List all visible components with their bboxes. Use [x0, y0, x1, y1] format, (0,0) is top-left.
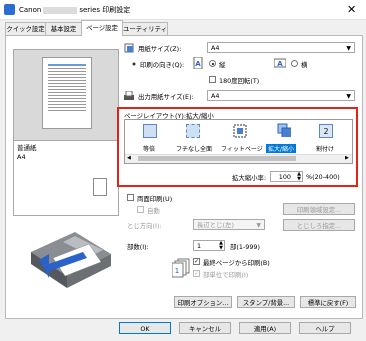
stamp-background-button[interactable]: スタンプ/背景...	[237, 296, 295, 308]
orientation-label: 印刷の向き(Q):	[140, 61, 185, 69]
copies-range: 部(1-999)	[230, 243, 260, 251]
svg-text:1: 1	[175, 267, 179, 275]
tab-maintenance[interactable]: ユーティリティ	[122, 22, 168, 35]
copies-value: 1	[197, 242, 202, 250]
scroll-right-icon[interactable]: ▶	[345, 155, 349, 161]
binding-margin-button[interactable]: とじしろ指定...	[283, 219, 355, 231]
duplex-checkbox[interactable]	[127, 194, 134, 201]
portrait-radio[interactable]	[209, 60, 216, 67]
paper-size-label: 用紙サイズ(Z):	[138, 45, 182, 53]
small-page-icon	[93, 178, 107, 196]
preview-paper	[42, 57, 92, 129]
media-type: 普通紙	[17, 144, 37, 152]
scale-value: 100	[278, 173, 291, 181]
layout-item-fit-to-page[interactable]: フィットページ	[221, 144, 263, 153]
svg-text:A: A	[277, 60, 283, 68]
help-button[interactable]: ヘルプ	[299, 322, 351, 334]
auto-duplex-label: 自動	[147, 207, 160, 215]
printer-icon	[31, 232, 111, 288]
scale-label: 拡大縮小率:	[232, 174, 267, 182]
paper-size-value: A4	[211, 44, 220, 52]
layout-item-normal[interactable]: 等倍	[143, 144, 155, 153]
collate-checkbox[interactable]: ✓	[193, 270, 200, 277]
chevron-down-icon: ▼	[346, 93, 351, 100]
chevron-down-icon: ▼	[256, 222, 261, 229]
portrait-label: 縦	[219, 61, 226, 69]
restore-defaults-button[interactable]: 標準に戻す(F)	[300, 296, 356, 308]
chevron-down-icon: ▼	[346, 45, 351, 52]
spin-arrows-icon[interactable]: ▲ ▼	[219, 241, 223, 251]
collate-label: 部単位で印刷(I)	[203, 271, 249, 279]
copies-stack-icon: 1	[172, 258, 190, 278]
printer-illustration	[13, 214, 117, 294]
scroll-left-icon[interactable]: ◀	[127, 155, 131, 161]
print-options-button[interactable]: 印刷オプション...	[174, 296, 232, 308]
layout-item-scaled[interactable]: 拡大/縮小	[266, 144, 297, 153]
output-size-value: A4	[211, 92, 220, 100]
auto-duplex-checkbox[interactable]	[137, 206, 144, 213]
copies-stepper[interactable]: 1 ▲ ▼	[193, 240, 225, 251]
svg-text:2: 2	[323, 127, 328, 136]
tab-main[interactable]: 基本設定	[45, 22, 82, 35]
cancel-button[interactable]: キャンセル	[179, 322, 231, 334]
ok-button[interactable]: OK	[119, 322, 171, 334]
layout-scrollbar-thumb[interactable]	[138, 156, 296, 161]
binding-label: とじ方向(I):	[127, 222, 162, 230]
close-icon[interactable]: ✕	[347, 3, 356, 16]
rotate-180-checkbox[interactable]	[209, 76, 216, 83]
tab-page-setup[interactable]: ページ設定	[81, 20, 123, 36]
reverse-order-checkbox[interactable]: ✓	[193, 258, 200, 265]
portrait-a-icon: A	[193, 57, 203, 69]
title-suffix: series 印刷設定	[79, 6, 131, 14]
media-info: 普通紙 A4	[17, 144, 37, 162]
svg-text:A: A	[195, 60, 201, 68]
output-size-select[interactable]: A4 ▼	[207, 90, 355, 101]
borderless-icon[interactable]	[186, 124, 200, 138]
output-size-label: 出力用紙サイズ(E):	[138, 93, 194, 101]
binding-select[interactable]: 長辺とじ(左) ▼	[193, 219, 265, 230]
output-size-icon	[124, 91, 134, 100]
scaled-icon[interactable]	[277, 123, 291, 137]
rotate-180-label: 180度回転(T)	[219, 77, 260, 85]
landscape-a-icon: A	[274, 58, 286, 68]
binding-value: 長辺とじ(左)	[197, 221, 234, 229]
preview-content-lines	[48, 64, 86, 111]
landscape-label: 横	[301, 61, 308, 69]
layout-item-nup[interactable]: 割付け	[316, 144, 334, 153]
printer-app-icon	[4, 4, 15, 15]
scale-stepper[interactable]: 100 ▲ ▼	[270, 171, 303, 182]
media-size: A4	[17, 153, 26, 161]
copies-label: 部数(I):	[127, 243, 149, 251]
layout-item-borderless[interactable]: フチなし全面	[176, 144, 212, 153]
spin-arrows-icon[interactable]: ▲ ▼	[297, 172, 301, 182]
title-redacted-block	[43, 6, 78, 14]
duplex-label: 両面印刷(U)	[137, 195, 173, 203]
paper-size-icon	[124, 43, 134, 53]
apply-button[interactable]: 適用(A)	[239, 322, 291, 334]
scale-range: %(20-400)	[306, 173, 340, 181]
paper-size-select[interactable]: A4 ▼	[207, 42, 355, 53]
bullet-icon	[132, 62, 136, 66]
window-title: Canon series 印刷設定	[19, 5, 130, 15]
title-prefix: Canon	[19, 6, 42, 14]
landscape-radio[interactable]	[291, 60, 298, 67]
page-layout-icon[interactable]: 2	[319, 124, 333, 138]
tab-quick-settings[interactable]: クイック設定	[5, 22, 46, 35]
normal-size-icon[interactable]	[143, 124, 157, 138]
print-area-button[interactable]: 印刷領域設定...	[283, 203, 355, 215]
fit-to-page-icon[interactable]	[233, 124, 247, 138]
reverse-order-label: 最終ページから印刷(B)	[203, 259, 270, 267]
